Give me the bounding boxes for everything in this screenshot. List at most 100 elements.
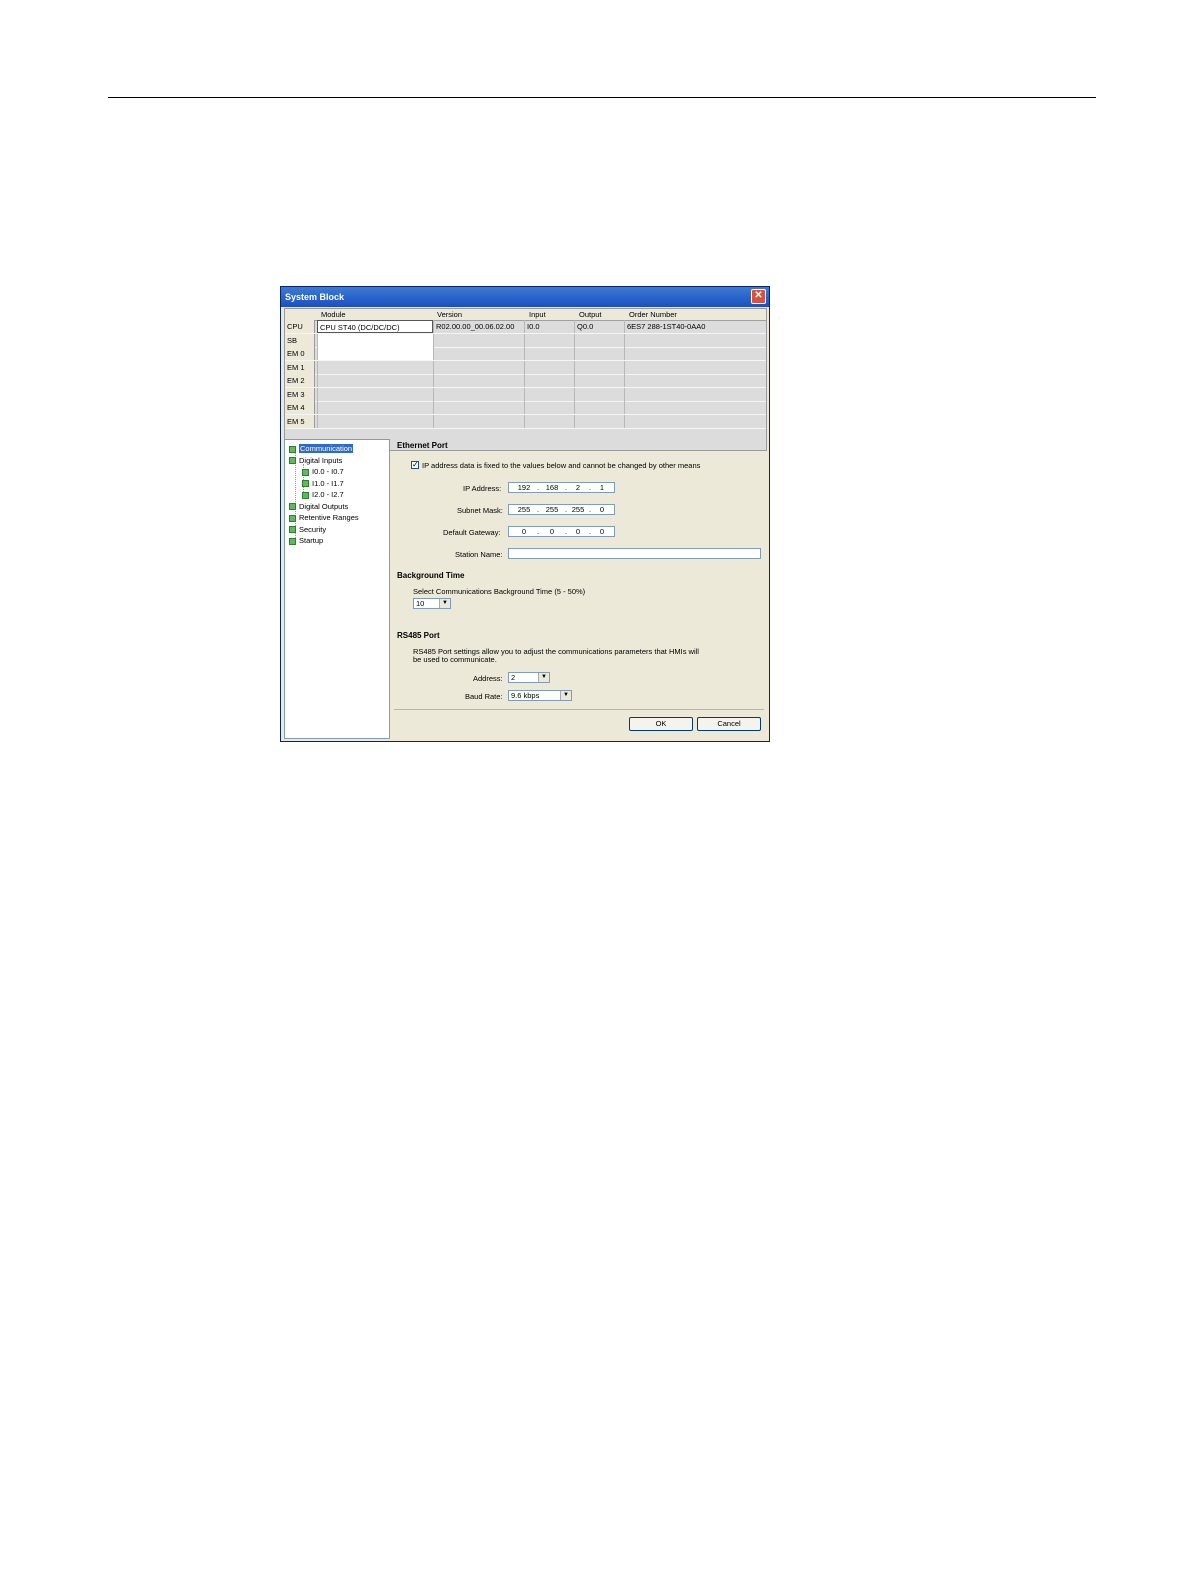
cell-module[interactable] [317,374,433,388]
node-icon [289,503,296,511]
cell-order-number [624,387,766,401]
node-icon [289,514,296,522]
cell-order-number [624,360,766,374]
row-label: EM 1 [285,360,315,374]
cell-order-number [624,333,766,347]
dialog-titlebar: System Block ✕ [281,287,769,307]
page-header-rule [108,97,1096,98]
grid-row-sb[interactable]: SB [285,333,766,348]
cell-order-number [624,347,766,361]
background-time-select[interactable]: 10 ▼ [413,598,451,609]
fixed-ip-label: IP address data is fixed to the values b… [422,461,701,470]
header-input: Input [529,310,546,319]
row-label: EM 4 [285,401,315,415]
cell-module[interactable]: CPU ST40 (DC/DC/DC) [317,320,433,334]
button-separator [394,709,764,710]
address-select[interactable]: 2 ▼ [508,672,550,683]
station-name-field[interactable] [508,548,761,559]
cell-version [433,401,524,415]
node-icon [302,491,309,499]
close-icon[interactable]: ✕ [751,289,766,304]
grid-row-em5[interactable]: EM 5 [285,414,766,429]
grid-row-em4[interactable]: EM 4 [285,401,766,416]
tree-item-startup[interactable]: Startup [289,536,323,546]
cell-output[interactable]: Q0.0 [574,320,624,334]
module-grid: Module Version Input Output Order Number… [284,308,767,451]
address-label: Address: [473,674,503,683]
chevron-down-icon: ▼ [560,691,571,700]
cell-module[interactable] [317,401,433,415]
cell-output [574,414,624,428]
cell-output [574,387,624,401]
baud-rate-select[interactable]: 9.6 kbps ▼ [508,690,572,701]
cell-version: R02.00.00_00.06.02.00 [433,320,524,334]
system-block-dialog: System Block ✕ Module Version Input Outp… [280,286,770,742]
grid-row-em0[interactable]: EM 0 [285,347,766,362]
tree-item-i0[interactable]: I0.0 - I0.7 [302,467,344,477]
cell-order-number [624,374,766,388]
node-icon [289,526,296,534]
tree-item-digital-inputs[interactable]: Digital Inputs [289,456,342,466]
cell-module[interactable] [317,333,433,347]
tree-item-i1[interactable]: I1.0 - I1.7 [302,479,344,489]
cell-version [433,360,524,374]
chevron-down-icon: ▼ [538,673,549,682]
header-order-number: Order Number [629,310,677,319]
header-version: Version [437,310,463,319]
cell-input [524,347,574,361]
ip-address-label: IP Address: [463,484,502,493]
rs485-port-title: RS485 Port [397,631,440,640]
tree-item-i2[interactable]: I2.0 - I2.7 [302,490,344,500]
cell-version [433,347,524,361]
fixed-ip-checkbox[interactable]: ✓ [411,461,419,469]
default-gateway-field[interactable]: 0 . 0 . 0 . 0 [508,526,615,537]
default-gateway-label: Default Gateway: [443,528,501,537]
cell-input[interactable]: I0.0 [524,320,574,334]
row-label: CPU [285,320,315,334]
ok-button[interactable]: OK [629,717,693,731]
grid-row-cpu[interactable]: CPU CPU ST40 (DC/DC/DC) R02.00.00_00.06.… [285,320,766,335]
tree-item-digital-outputs[interactable]: Digital Outputs [289,502,348,512]
cell-module[interactable] [317,414,433,428]
cell-version [433,374,524,388]
settings-tree: Communication Digital Inputs I0.0 - I0.7… [284,439,390,739]
grid-row-em2[interactable]: EM 2 [285,374,766,389]
cell-module[interactable] [317,387,433,401]
row-label: EM 2 [285,374,315,388]
cell-order-number [624,401,766,415]
cancel-button[interactable]: Cancel [697,717,761,731]
header-output: Output [579,310,602,319]
row-label: EM 3 [285,387,315,401]
cell-output [574,333,624,347]
baud-rate-label: Baud Rate: [465,692,503,701]
cell-order-number [624,414,766,428]
node-icon [302,468,309,476]
cell-input [524,401,574,415]
ethernet-port-title: Ethernet Port [397,441,448,450]
tree-item-security[interactable]: Security [289,525,326,535]
cell-output [574,360,624,374]
background-time-label: Select Communications Background Time (5… [413,587,586,596]
cell-module[interactable] [317,347,433,361]
row-label: EM 5 [285,414,315,428]
cell-version [433,414,524,428]
cell-input [524,374,574,388]
cell-version [433,333,524,347]
grid-row-em1[interactable]: EM 1 [285,360,766,375]
dialog-title: System Block [285,292,345,302]
tree-item-retentive-ranges[interactable]: Retentive Ranges [289,513,359,523]
ip-address-field[interactable]: 192 . 168 . 2 . 1 [508,482,615,493]
cell-input [524,387,574,401]
checkmark-icon [289,445,296,453]
node-icon [289,537,296,545]
subnet-mask-label: Subnet Mask: [457,506,503,515]
tree-item-communication[interactable]: Communication [289,444,354,454]
rs485-description-line2: be used to communicate. [413,655,497,664]
cell-output [574,374,624,388]
row-label: SB [285,333,315,347]
subnet-mask-field[interactable]: 255 . 255 . 255 . 0 [508,504,615,515]
cell-output [574,347,624,361]
station-name-label: Station Name: [455,550,503,559]
cell-module[interactable] [317,360,433,374]
grid-row-em3[interactable]: EM 3 [285,387,766,402]
